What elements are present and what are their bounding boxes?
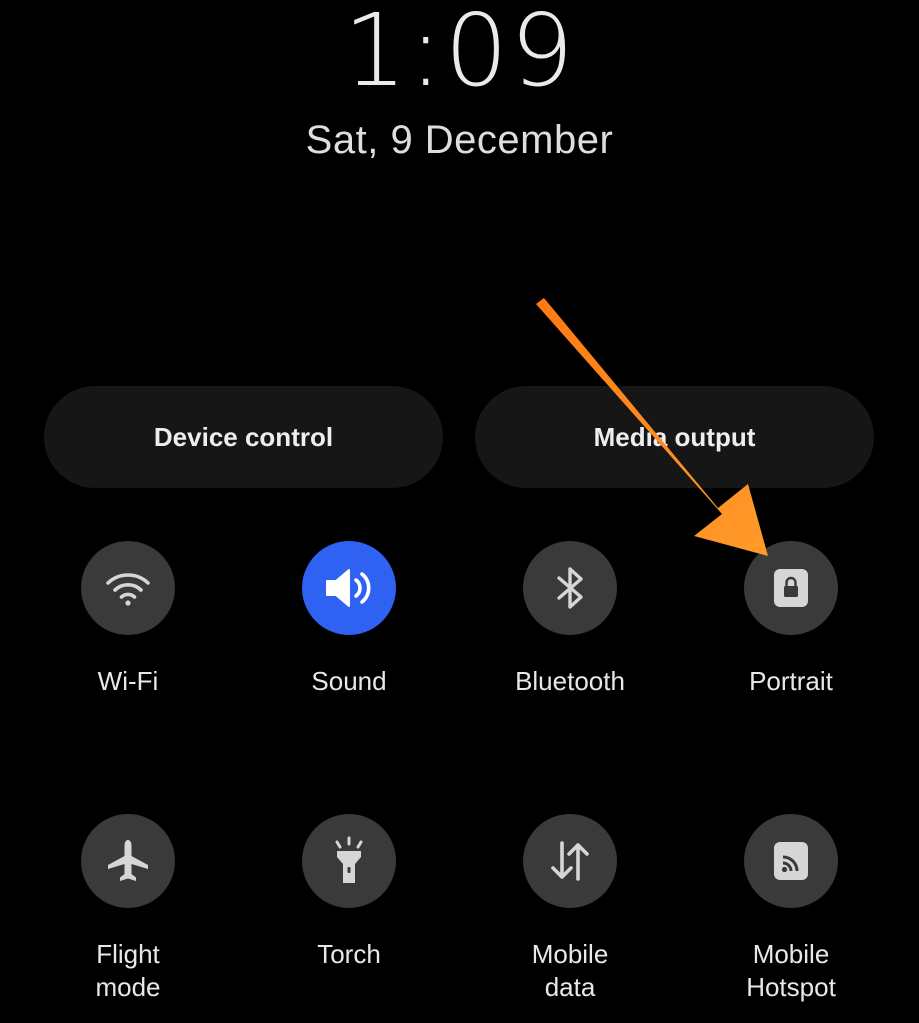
tile-sound[interactable]: Sound — [249, 541, 449, 698]
tile-label-wifi: Wi-Fi — [97, 666, 159, 696]
tile-label-torch: Torch — [317, 939, 381, 969]
tile-torch[interactable]: Torch — [249, 814, 449, 971]
tile-flight-mode[interactable]: Flight mode — [28, 814, 228, 1004]
torch-toggle[interactable] — [302, 814, 396, 908]
hotspot-icon — [774, 842, 808, 880]
media-output-label: Media output — [593, 421, 756, 452]
tile-label-flight-mode: Flight mode — [95, 939, 161, 1002]
tile-label-mobile-data: Mobile data — [531, 939, 609, 1002]
tile-label-portrait: Portrait — [749, 666, 833, 696]
mobile-hotspot-toggle[interactable] — [744, 814, 838, 908]
wifi-toggle[interactable] — [81, 541, 175, 635]
tile-bluetooth[interactable]: Bluetooth — [470, 541, 670, 698]
flashlight-icon — [335, 836, 363, 883]
tile-portrait[interactable]: Portrait — [691, 541, 891, 698]
media-output-button[interactable]: Media output — [475, 386, 874, 488]
sound-toggle[interactable] — [302, 541, 396, 635]
airplane-icon — [108, 840, 148, 881]
speaker-icon — [326, 569, 371, 607]
device-control-button[interactable]: Device control — [44, 386, 443, 488]
tile-label-mobile-hotspot: Mobile Hotspot — [746, 939, 836, 1002]
rotation-lock-icon — [774, 569, 808, 607]
bluetooth-toggle[interactable] — [523, 541, 617, 635]
bluetooth-icon — [557, 567, 583, 609]
data-transfer-icon — [551, 841, 589, 881]
tile-wifi[interactable]: Wi-Fi — [28, 541, 228, 698]
device-control-label: Device control — [153, 421, 334, 452]
date-text: Sat, 9 December — [305, 118, 614, 162]
mobile-data-toggle[interactable] — [523, 814, 617, 908]
clock-time: 1:09 — [343, 0, 576, 109]
flight-mode-toggle[interactable] — [81, 814, 175, 908]
tile-mobile-data[interactable]: Mobile data — [470, 814, 670, 1004]
tile-mobile-hotspot[interactable]: Mobile Hotspot — [691, 814, 891, 1004]
tile-label-sound: Sound — [311, 666, 387, 696]
tile-label-bluetooth: Bluetooth — [515, 666, 625, 696]
wifi-icon — [106, 573, 150, 606]
portrait-toggle[interactable] — [744, 541, 838, 635]
